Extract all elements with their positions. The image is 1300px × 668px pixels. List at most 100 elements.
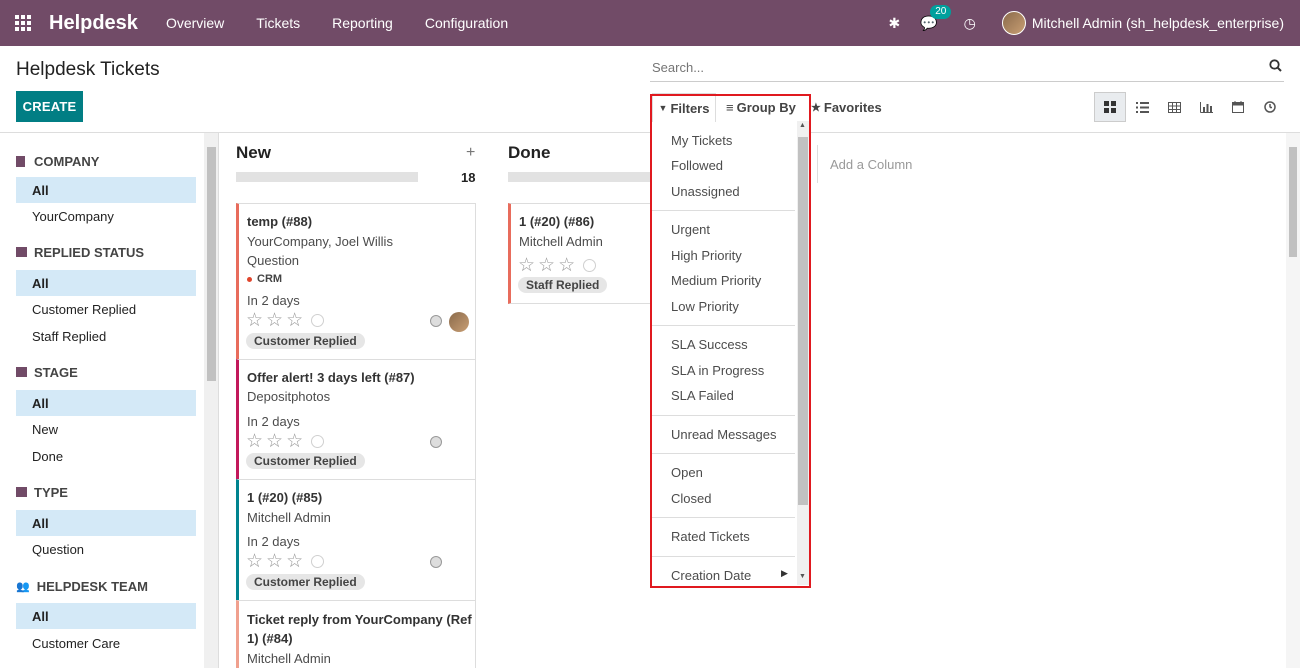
column-progress-bar[interactable] <box>508 172 650 182</box>
filter-followed[interactable]: Followed <box>671 155 723 175</box>
replied-filter-staff[interactable]: Staff Replied <box>16 323 196 349</box>
scroll-up-icon[interactable]: ▲ <box>799 122 806 129</box>
tag-color-dot <box>247 276 252 282</box>
main-scrollbar[interactable] <box>1286 133 1300 668</box>
activity-clock-icon[interactable] <box>311 555 325 568</box>
bug-icon[interactable]: ✱ <box>888 15 900 32</box>
ticket-customer: Mitchell Admin <box>247 651 331 666</box>
filter-creation-date[interactable]: Creation Date <box>671 565 751 585</box>
pivot-view-icon[interactable] <box>1158 92 1190 122</box>
filter-unread-messages[interactable]: Unread Messages <box>671 424 777 444</box>
filters-toggle[interactable]: ▼ Filters <box>652 93 716 122</box>
list-view-icon[interactable] <box>1126 92 1158 122</box>
filters-dropdown: My Tickets Followed Unassigned Urgent Hi… <box>650 121 797 585</box>
dropdown-divider <box>652 453 795 454</box>
priority-stars[interactable]: ☆☆☆ <box>246 550 325 573</box>
column-title-done[interactable]: Done <box>508 143 551 163</box>
filter-sla-success[interactable]: SLA Success <box>671 334 748 354</box>
ticket-card[interactable]: 1 (#20) (#86) Mitchell Admin ☆☆☆ Staff R… <box>508 203 650 304</box>
filter-urgent[interactable]: Urgent <box>671 219 710 239</box>
column-title-new[interactable]: New <box>236 143 271 163</box>
activity-view-icon[interactable] <box>1254 92 1286 122</box>
scroll-down-icon[interactable]: ▼ <box>799 573 806 580</box>
quick-create-icon[interactable]: + <box>466 144 475 162</box>
activity-clock-icon[interactable] <box>311 314 325 327</box>
search-input[interactable] <box>650 55 1250 79</box>
filter-high-priority[interactable]: High Priority <box>671 245 742 265</box>
search-bar <box>650 55 1284 82</box>
ticket-customer: Mitchell Admin <box>247 510 331 525</box>
type-filter-all[interactable]: All <box>16 510 196 536</box>
ticket-type: Question <box>247 253 300 268</box>
stage-filter-new[interactable]: New <box>16 416 196 442</box>
menu-overview[interactable]: Overview <box>166 15 224 31</box>
sidebar-scroll-thumb[interactable] <box>207 147 216 381</box>
create-button[interactable]: CREATE <box>16 91 83 122</box>
kanban-state-icon[interactable] <box>430 436 442 448</box>
activity-clock-icon[interactable] <box>583 259 597 272</box>
type-filter-question[interactable]: Question <box>16 536 196 562</box>
replied-filter-all[interactable]: All <box>16 270 196 296</box>
filter-sla-in-progress[interactable]: SLA in Progress <box>671 360 764 380</box>
filter-low-priority[interactable]: Low Priority <box>671 296 739 316</box>
add-column-button[interactable]: Add a Column <box>817 145 947 183</box>
filter-unassigned[interactable]: Unassigned <box>671 181 740 201</box>
search-icon[interactable] <box>1269 59 1282 75</box>
menu-reporting[interactable]: Reporting <box>332 15 393 31</box>
folder-icon <box>16 367 27 377</box>
team-filter-all[interactable]: All <box>16 603 196 629</box>
filter-sla-failed[interactable]: SLA Failed <box>671 385 734 405</box>
stage-filter-all[interactable]: All <box>16 390 196 416</box>
filter-open[interactable]: Open <box>671 462 703 482</box>
dropdown-scroll-thumb[interactable] <box>798 137 808 505</box>
chat-icon[interactable]: 💬 20 <box>920 4 952 32</box>
filter-closed[interactable]: Closed <box>671 488 711 508</box>
type-section: TYPE <box>16 482 68 502</box>
calendar-view-icon[interactable] <box>1222 92 1254 122</box>
favorites-toggle[interactable]: ★ Favorites <box>811 93 882 122</box>
stage-filter-done[interactable]: Done <box>16 443 196 469</box>
team-section: 👥 HELPDESK TEAM <box>16 576 148 596</box>
priority-stars[interactable]: ☆☆☆ <box>246 430 325 453</box>
ticket-card[interactable]: Offer alert! 3 days left (#87) Depositph… <box>236 359 476 480</box>
app-brand[interactable]: Helpdesk <box>49 12 138 35</box>
assignee-avatar[interactable] <box>449 312 469 332</box>
ticket-card[interactable]: 1 (#20) (#85) Mitchell Admin In 2 days ☆… <box>236 479 476 601</box>
main-scroll-thumb[interactable] <box>1289 147 1297 257</box>
stage-section: STAGE <box>16 362 78 382</box>
kanban-state-icon[interactable] <box>430 315 442 327</box>
menu-tickets[interactable]: Tickets <box>256 15 300 31</box>
company-filter-all[interactable]: All <box>16 177 196 203</box>
user-menu[interactable]: Mitchell Admin (sh_helpdesk_enterprise) <box>1032 15 1284 31</box>
activity-clock-icon[interactable] <box>311 435 325 448</box>
replied-filter-customer[interactable]: Customer Replied <box>16 296 196 322</box>
priority-stars[interactable]: ☆☆☆ <box>246 309 325 332</box>
type-heading: TYPE <box>16 482 68 502</box>
company-filter-yourcompany[interactable]: YourCompany <box>16 203 196 229</box>
dropdown-scrollbar[interactable]: ▲ ▼ <box>797 121 809 585</box>
user-avatar[interactable] <box>1001 11 1026 35</box>
filter-my-tickets[interactable]: My Tickets <box>671 130 732 150</box>
graph-view-icon[interactable] <box>1190 92 1222 122</box>
apps-grid-icon[interactable] <box>0 0 46 46</box>
filter-rated-tickets[interactable]: Rated Tickets <box>671 526 750 546</box>
ticket-card[interactable]: temp (#88) YourCompany, Joel Willis Ques… <box>236 203 476 360</box>
sidebar-scrollbar[interactable] <box>204 133 218 668</box>
caret-right-icon[interactable]: ▶ <box>781 568 788 579</box>
ticket-tag-label: CRM <box>257 273 283 285</box>
team-filter-customer-care[interactable]: Customer Care <box>16 630 196 656</box>
ticket-deadline: In 2 days <box>247 534 300 549</box>
menu-configuration[interactable]: Configuration <box>425 15 508 31</box>
groupby-toggle[interactable]: ≡ Group By <box>726 93 796 122</box>
messages-badge: 20 <box>930 4 952 19</box>
filter-medium-priority[interactable]: Medium Priority <box>671 270 761 290</box>
kanban-view-icon[interactable] <box>1094 92 1126 122</box>
kanban-state-icon[interactable] <box>430 556 442 568</box>
ticket-title: 1 (#20) (#85) <box>247 490 323 505</box>
clock-icon[interactable]: ◷ <box>964 15 976 32</box>
ticket-title: 1 (#20) (#86) <box>519 214 595 229</box>
ticket-card[interactable]: Ticket reply from YourCompany (Ref 1) (#… <box>236 600 476 668</box>
ticket-customer: Mitchell Admin <box>519 234 603 249</box>
column-progress-bar[interactable] <box>236 172 418 182</box>
priority-stars[interactable]: ☆☆☆ <box>518 254 597 277</box>
